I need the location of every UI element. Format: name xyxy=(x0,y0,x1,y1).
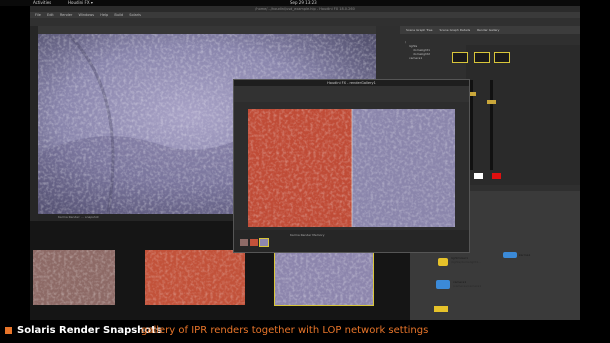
snapshot-thumbnail-selected[interactable] xyxy=(274,251,374,306)
node-karma[interactable] xyxy=(503,252,517,258)
snapshot-thumbnail[interactable] xyxy=(145,250,245,305)
mute-toggle[interactable] xyxy=(492,173,501,179)
menu-file[interactable]: File xyxy=(35,13,41,17)
gallery-thumb[interactable] xyxy=(259,238,269,247)
menu-render[interactable]: Render xyxy=(60,13,72,17)
intensity-slider-track[interactable] xyxy=(490,80,493,170)
menu-windows[interactable]: Windows xyxy=(78,13,94,17)
node-output[interactable] xyxy=(434,306,448,312)
tab-scene-graph-tree[interactable]: Scene Graph Tree xyxy=(406,28,433,32)
gallery-strip: Karma Render Memory xyxy=(234,230,469,252)
light-icon[interactable] xyxy=(452,52,468,63)
caption-description: gallery of IPR renders together with LOP… xyxy=(141,325,429,336)
tab-render-gallery[interactable]: Render Gallery xyxy=(477,28,499,32)
gallery-thumb[interactable] xyxy=(240,239,248,246)
light-mixer-panel xyxy=(466,45,580,185)
status-text: Karma Render Memory xyxy=(290,233,325,237)
outside-area xyxy=(580,0,610,320)
menu-edit[interactable]: Edit xyxy=(47,13,54,17)
solo-toggle[interactable] xyxy=(474,173,483,179)
node-lightmixer[interactable] xyxy=(438,258,448,266)
gallery-toolbar[interactable] xyxy=(234,86,469,102)
gallery-thumb[interactable] xyxy=(250,239,258,246)
intensity-slider-handle[interactable] xyxy=(487,100,496,104)
comparison-render[interactable] xyxy=(248,109,455,227)
menu-solaris[interactable]: Solaris xyxy=(129,13,141,17)
shelf-toolbar[interactable] xyxy=(30,18,580,26)
snapshot-thumbnail[interactable] xyxy=(33,250,115,305)
render-gallery-window[interactable]: Houdini FX - renderGallery1 Karma Render… xyxy=(233,79,470,253)
node-sublabel: /cameras/camera1 xyxy=(453,284,482,288)
tab-scene-graph-details[interactable]: Scene Graph Details xyxy=(439,28,470,32)
light-icon[interactable] xyxy=(474,52,490,63)
scene-graph-tabs: Scene Graph Tree Scene Graph Details Ren… xyxy=(400,26,580,34)
viewport-tabs[interactable] xyxy=(38,26,376,34)
menu-build[interactable]: Build xyxy=(114,13,123,17)
node-sublabel: /lights/domelight1... xyxy=(451,260,482,264)
menu-help[interactable]: Help xyxy=(100,13,108,17)
bullet-icon xyxy=(5,327,12,334)
node-label: karma1 xyxy=(519,253,531,257)
node-camera[interactable] xyxy=(436,280,450,289)
light-icon[interactable] xyxy=(494,52,510,63)
